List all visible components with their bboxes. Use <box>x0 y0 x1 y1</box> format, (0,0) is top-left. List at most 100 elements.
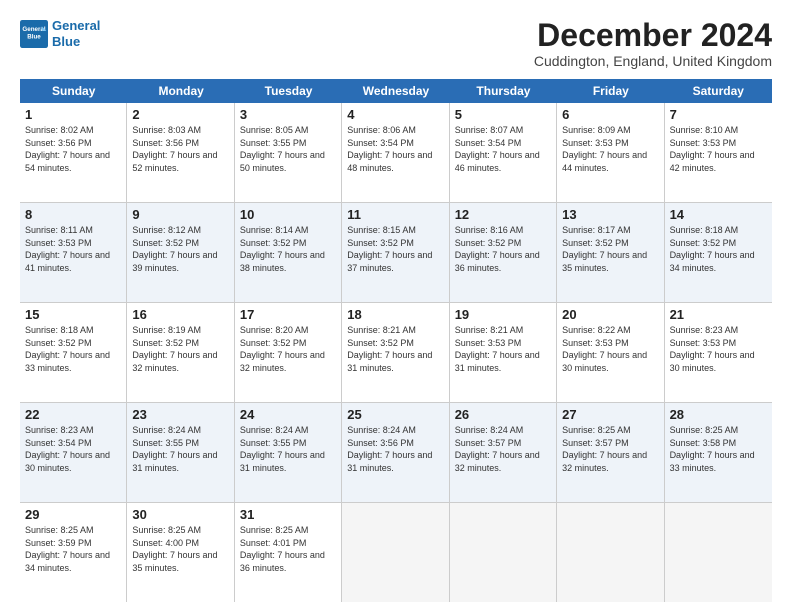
cell-dec20: 20 Sunrise: 8:22 AM Sunset: 3:53 PM Dayl… <box>557 303 664 402</box>
cell-sunset: Sunset: 3:53 PM <box>670 337 767 350</box>
cell-sunrise: Sunrise: 8:05 AM <box>240 124 336 137</box>
day-number: 20 <box>562 307 658 322</box>
day-number: 3 <box>240 107 336 122</box>
day-number: 30 <box>132 507 228 522</box>
cell-sunset: Sunset: 3:52 PM <box>25 337 121 350</box>
cell-sunrise: Sunrise: 8:02 AM <box>25 124 121 137</box>
cell-sunset: Sunset: 3:57 PM <box>562 437 658 450</box>
cell-daylight: Daylight: 7 hours and 48 minutes. <box>347 149 443 174</box>
day-number: 15 <box>25 307 121 322</box>
day-number: 14 <box>670 207 767 222</box>
cell-sunset: Sunset: 3:55 PM <box>132 437 228 450</box>
cell-dec4: 4 Sunrise: 8:06 AM Sunset: 3:54 PM Dayli… <box>342 103 449 202</box>
cell-dec7: 7 Sunrise: 8:10 AM Sunset: 3:53 PM Dayli… <box>665 103 772 202</box>
day-number: 6 <box>562 107 658 122</box>
cell-sunset: Sunset: 3:55 PM <box>240 137 336 150</box>
cell-daylight: Daylight: 7 hours and 34 minutes. <box>670 249 767 274</box>
cell-daylight: Daylight: 7 hours and 44 minutes. <box>562 149 658 174</box>
day-number: 19 <box>455 307 551 322</box>
day-number: 22 <box>25 407 121 422</box>
cell-dec10: 10 Sunrise: 8:14 AM Sunset: 3:52 PM Dayl… <box>235 203 342 302</box>
cell-empty-3 <box>557 503 664 602</box>
cell-daylight: Daylight: 7 hours and 32 minutes. <box>562 449 658 474</box>
dow-saturday: Saturday <box>665 79 772 103</box>
cell-dec8: 8 Sunrise: 8:11 AM Sunset: 3:53 PM Dayli… <box>20 203 127 302</box>
cell-dec19: 19 Sunrise: 8:21 AM Sunset: 3:53 PM Dayl… <box>450 303 557 402</box>
cell-daylight: Daylight: 7 hours and 30 minutes. <box>25 449 121 474</box>
dow-monday: Monday <box>127 79 234 103</box>
cell-dec28: 28 Sunrise: 8:25 AM Sunset: 3:58 PM Dayl… <box>665 403 772 502</box>
day-number: 11 <box>347 207 443 222</box>
cell-sunrise: Sunrise: 8:23 AM <box>670 324 767 337</box>
cell-sunset: Sunset: 3:52 PM <box>347 337 443 350</box>
cell-daylight: Daylight: 7 hours and 50 minutes. <box>240 149 336 174</box>
cell-sunrise: Sunrise: 8:18 AM <box>670 224 767 237</box>
cell-sunrise: Sunrise: 8:06 AM <box>347 124 443 137</box>
cell-dec16: 16 Sunrise: 8:19 AM Sunset: 3:52 PM Dayl… <box>127 303 234 402</box>
cell-sunset: Sunset: 4:00 PM <box>132 537 228 550</box>
calendar-row-2: 15 Sunrise: 8:18 AM Sunset: 3:52 PM Dayl… <box>20 303 772 403</box>
cell-sunrise: Sunrise: 8:24 AM <box>455 424 551 437</box>
cell-dec6: 6 Sunrise: 8:09 AM Sunset: 3:53 PM Dayli… <box>557 103 664 202</box>
cell-sunrise: Sunrise: 8:25 AM <box>240 524 336 537</box>
cell-sunrise: Sunrise: 8:25 AM <box>25 524 121 537</box>
cell-dec14: 14 Sunrise: 8:18 AM Sunset: 3:52 PM Dayl… <box>665 203 772 302</box>
calendar-row-0: 1 Sunrise: 8:02 AM Sunset: 3:56 PM Dayli… <box>20 103 772 203</box>
cell-dec29: 29 Sunrise: 8:25 AM Sunset: 3:59 PM Dayl… <box>20 503 127 602</box>
calendar-row-3: 22 Sunrise: 8:23 AM Sunset: 3:54 PM Dayl… <box>20 403 772 503</box>
dow-thursday: Thursday <box>450 79 557 103</box>
cell-dec23: 23 Sunrise: 8:24 AM Sunset: 3:55 PM Dayl… <box>127 403 234 502</box>
cell-sunset: Sunset: 3:58 PM <box>670 437 767 450</box>
cell-dec22: 22 Sunrise: 8:23 AM Sunset: 3:54 PM Dayl… <box>20 403 127 502</box>
cell-daylight: Daylight: 7 hours and 32 minutes. <box>455 449 551 474</box>
cell-sunrise: Sunrise: 8:24 AM <box>132 424 228 437</box>
cell-sunrise: Sunrise: 8:25 AM <box>562 424 658 437</box>
cell-dec9: 9 Sunrise: 8:12 AM Sunset: 3:52 PM Dayli… <box>127 203 234 302</box>
cell-sunrise: Sunrise: 8:10 AM <box>670 124 767 137</box>
cell-daylight: Daylight: 7 hours and 34 minutes. <box>25 549 121 574</box>
cell-daylight: Daylight: 7 hours and 36 minutes. <box>455 249 551 274</box>
cell-dec15: 15 Sunrise: 8:18 AM Sunset: 3:52 PM Dayl… <box>20 303 127 402</box>
cell-sunset: Sunset: 3:52 PM <box>562 237 658 250</box>
cell-dec13: 13 Sunrise: 8:17 AM Sunset: 3:52 PM Dayl… <box>557 203 664 302</box>
cell-dec27: 27 Sunrise: 8:25 AM Sunset: 3:57 PM Dayl… <box>557 403 664 502</box>
day-number: 21 <box>670 307 767 322</box>
cell-sunset: Sunset: 4:01 PM <box>240 537 336 550</box>
cell-daylight: Daylight: 7 hours and 35 minutes. <box>562 249 658 274</box>
day-number: 9 <box>132 207 228 222</box>
day-number: 31 <box>240 507 336 522</box>
cell-sunrise: Sunrise: 8:20 AM <box>240 324 336 337</box>
day-number: 24 <box>240 407 336 422</box>
cell-sunrise: Sunrise: 8:25 AM <box>132 524 228 537</box>
cell-sunset: Sunset: 3:52 PM <box>132 337 228 350</box>
day-number: 4 <box>347 107 443 122</box>
cell-sunset: Sunset: 3:54 PM <box>455 137 551 150</box>
cell-daylight: Daylight: 7 hours and 31 minutes. <box>132 449 228 474</box>
cell-dec2: 2 Sunrise: 8:03 AM Sunset: 3:56 PM Dayli… <box>127 103 234 202</box>
cell-daylight: Daylight: 7 hours and 31 minutes. <box>347 449 443 474</box>
cell-daylight: Daylight: 7 hours and 33 minutes. <box>25 349 121 374</box>
cell-dec12: 12 Sunrise: 8:16 AM Sunset: 3:52 PM Dayl… <box>450 203 557 302</box>
cell-sunset: Sunset: 3:55 PM <box>240 437 336 450</box>
day-number: 29 <box>25 507 121 522</box>
cell-sunset: Sunset: 3:52 PM <box>132 237 228 250</box>
cell-sunrise: Sunrise: 8:07 AM <box>455 124 551 137</box>
cell-sunrise: Sunrise: 8:16 AM <box>455 224 551 237</box>
calendar-row-4: 29 Sunrise: 8:25 AM Sunset: 3:59 PM Dayl… <box>20 503 772 602</box>
cell-dec30: 30 Sunrise: 8:25 AM Sunset: 4:00 PM Dayl… <box>127 503 234 602</box>
cell-sunset: Sunset: 3:53 PM <box>25 237 121 250</box>
cell-empty-2 <box>450 503 557 602</box>
cell-dec5: 5 Sunrise: 8:07 AM Sunset: 3:54 PM Dayli… <box>450 103 557 202</box>
cell-sunrise: Sunrise: 8:22 AM <box>562 324 658 337</box>
day-number: 1 <box>25 107 121 122</box>
cell-sunset: Sunset: 3:53 PM <box>670 137 767 150</box>
cell-sunset: Sunset: 3:53 PM <box>562 137 658 150</box>
cell-sunset: Sunset: 3:52 PM <box>347 237 443 250</box>
cell-sunset: Sunset: 3:53 PM <box>455 337 551 350</box>
cell-sunrise: Sunrise: 8:09 AM <box>562 124 658 137</box>
cell-sunset: Sunset: 3:56 PM <box>25 137 121 150</box>
day-number: 16 <box>132 307 228 322</box>
dow-tuesday: Tuesday <box>235 79 342 103</box>
day-number: 13 <box>562 207 658 222</box>
day-number: 26 <box>455 407 551 422</box>
